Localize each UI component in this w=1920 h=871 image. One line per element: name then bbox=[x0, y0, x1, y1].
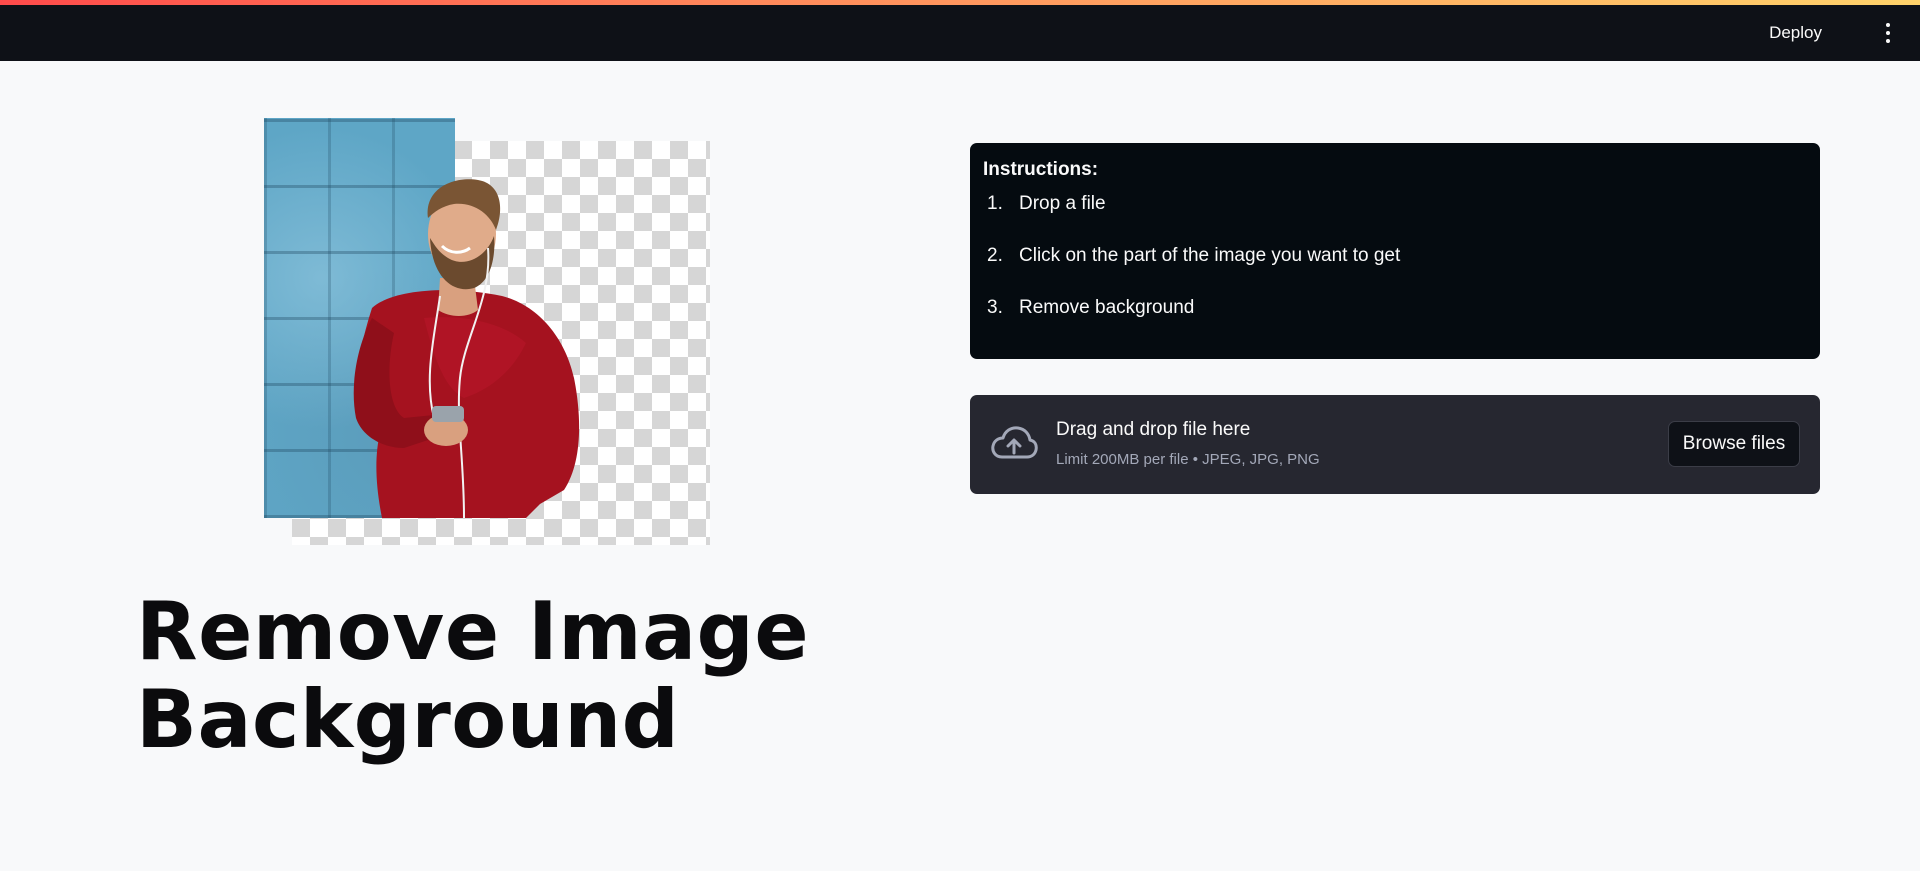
file-dropzone[interactable]: Drag and drop file here Limit 200MB per … bbox=[970, 395, 1820, 494]
step-text: Drop a file bbox=[1019, 193, 1106, 214]
vertical-ellipsis-icon bbox=[1886, 23, 1890, 27]
app-header: Deploy bbox=[0, 5, 1920, 61]
instructions-heading: Instructions: bbox=[983, 159, 1099, 180]
hero-image bbox=[264, 118, 710, 545]
dropzone-limit-text: Limit 200MB per file • JPEG, JPG, PNG bbox=[1056, 451, 1320, 468]
deploy-button[interactable]: Deploy bbox=[1765, 20, 1826, 46]
list-item: 3. Remove background bbox=[983, 295, 1807, 347]
main-menu-button[interactable] bbox=[1876, 21, 1900, 45]
step-text: Remove background bbox=[1019, 297, 1195, 318]
cloud-upload-icon bbox=[991, 426, 1038, 459]
person-cutout-image bbox=[353, 179, 580, 519]
step-number: 3. bbox=[987, 297, 1003, 318]
vertical-ellipsis-icon-dot bbox=[1886, 31, 1890, 35]
page-title: Remove Image Background bbox=[136, 585, 810, 766]
instructions-list: 1. Drop a file 2. Click on the part of t… bbox=[983, 191, 1807, 347]
browse-files-button[interactable]: Browse files bbox=[1668, 421, 1800, 467]
list-item: 2. Click on the part of the image you wa… bbox=[983, 243, 1807, 295]
dropzone-instructions: Drag and drop file here bbox=[1056, 419, 1251, 440]
step-number: 2. bbox=[987, 245, 1003, 266]
step-text: Click on the part of the image you want … bbox=[1019, 245, 1401, 266]
step-number: 1. bbox=[987, 193, 1003, 214]
vertical-ellipsis-icon-dot bbox=[1886, 39, 1890, 43]
list-item: 1. Drop a file bbox=[983, 191, 1807, 243]
instructions-panel: Instructions: 1. Drop a file 2. Click on… bbox=[970, 143, 1820, 359]
